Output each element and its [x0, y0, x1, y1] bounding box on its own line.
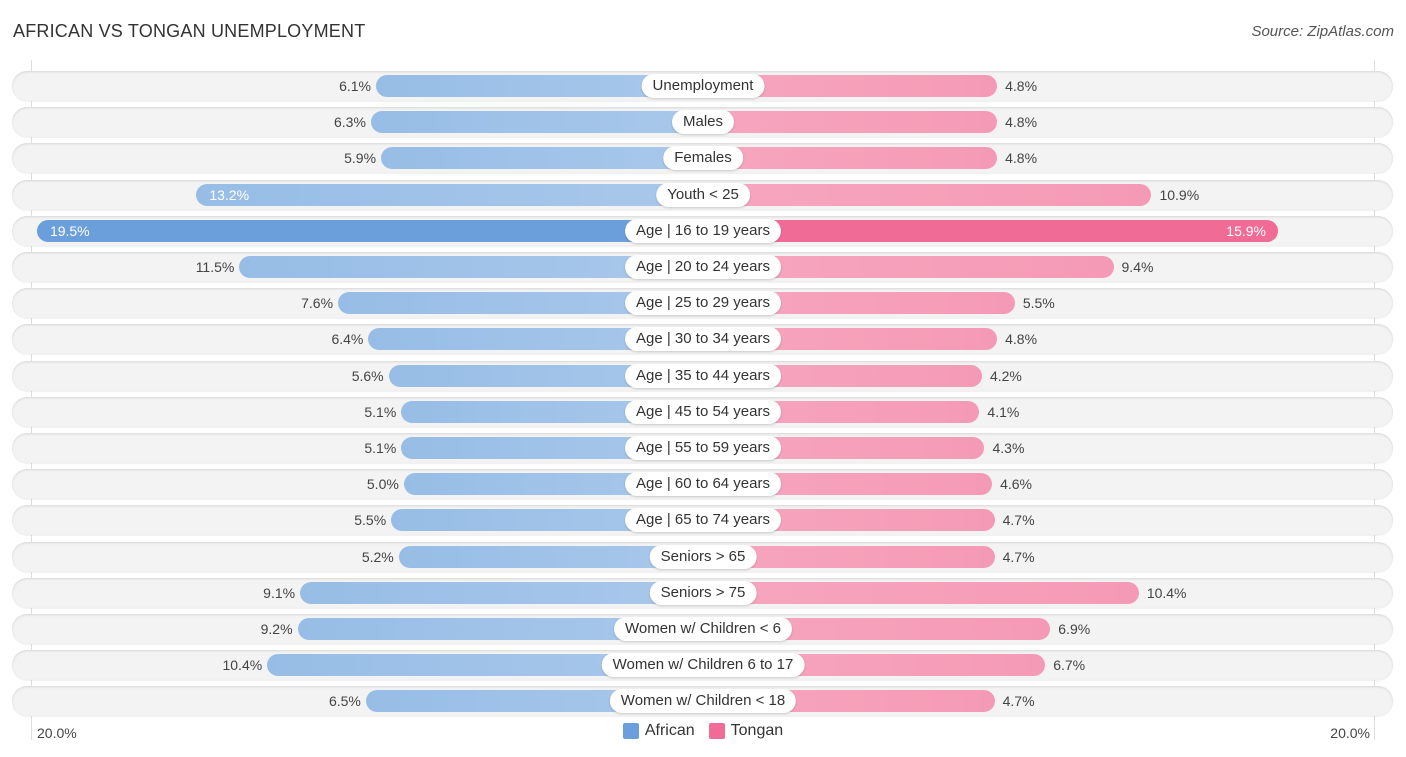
value-label-african: 7.6%	[301, 295, 334, 312]
category-label: Seniors > 65	[649, 544, 757, 569]
category-label: Age | 60 to 64 years	[625, 472, 781, 497]
value-label-african: 5.6%	[351, 367, 384, 384]
chart-row: 7.6% 5.5% Age | 25 to 29 years	[12, 288, 1393, 319]
category-label: Age | 45 to 54 years	[625, 399, 781, 424]
category-label: Age | 55 to 59 years	[625, 436, 781, 460]
value-label-tongan: 4.8%	[1005, 78, 1038, 94]
category-label: Unemployment	[641, 74, 765, 98]
value-label-african: 6.5%	[328, 693, 361, 710]
value-label-tongan: 5.5%	[1022, 295, 1055, 312]
value-label-african: 9.1%	[263, 584, 296, 601]
bar-tongan[interactable]	[703, 111, 998, 134]
value-label-tongan: 4.8%	[1005, 150, 1038, 167]
chart-row: 5.9% 4.8% Females	[12, 143, 1393, 174]
chart-row: 9.2% 6.9% Women w/ Children < 6	[12, 614, 1393, 644]
legend-swatch-tongan	[708, 723, 725, 739]
value-label-african: 13.2%	[209, 186, 250, 203]
value-label-african: 5.9%	[344, 150, 377, 167]
bar-african[interactable]	[196, 183, 703, 206]
bar-tongan[interactable]	[703, 581, 1139, 604]
value-label-tongan: 15.9%	[1226, 222, 1266, 239]
value-label-african: 10.4%	[222, 657, 263, 674]
value-label-tongan: 4.7%	[1002, 548, 1035, 565]
value-label-tongan: 4.7%	[1002, 512, 1035, 529]
category-label: Youth < 25	[656, 182, 750, 207]
legend-swatch-african	[622, 723, 639, 739]
value-label-african: 6.1%	[339, 78, 371, 94]
value-label-tongan: 4.3%	[992, 440, 1025, 456]
legend: African Tongan	[0, 722, 1406, 740]
chart-row: 6.4% 4.8% Age | 30 to 34 years	[12, 324, 1393, 355]
category-label: Age | 35 to 44 years	[625, 363, 781, 388]
value-label-tongan: 10.4%	[1146, 584, 1187, 601]
chart-row: 13.2% 10.9% Youth < 25	[12, 179, 1393, 210]
chart-row: 5.1% 4.1% Age | 45 to 54 years	[12, 396, 1393, 427]
value-label-tongan: 4.7%	[1002, 693, 1035, 710]
chart-row: 10.4% 6.7% Women w/ Children 6 to 17	[12, 650, 1393, 681]
bar-african[interactable]	[36, 219, 703, 242]
chart-row: 5.6% 4.2% Age | 35 to 44 years	[12, 360, 1393, 391]
category-label: Males	[671, 110, 735, 135]
value-label-african: 5.0%	[366, 476, 399, 493]
value-label-african: 5.1%	[364, 403, 397, 420]
value-label-tongan: 4.6%	[1000, 476, 1032, 493]
value-label-african: 5.2%	[361, 548, 394, 565]
chart-row: 5.5% 4.7% Age | 65 to 74 years	[12, 505, 1393, 536]
value-label-tongan: 10.9%	[1159, 186, 1200, 203]
chart-row: 19.5% 15.9% Age | 16 to 19 years	[12, 215, 1393, 246]
bar-african[interactable]	[300, 581, 703, 604]
chart-title: AFRICAN VS TONGAN UNEMPLOYMENT	[13, 21, 366, 41]
category-label: Females	[663, 146, 743, 171]
value-label-tongan: 6.7%	[1053, 657, 1086, 674]
chart-row: 6.5% 4.7% Women w/ Children < 18	[12, 686, 1393, 717]
bar-tongan[interactable]	[703, 183, 1152, 206]
chart-row: 6.1% 4.8% Unemployment	[12, 71, 1393, 101]
category-label: Age | 25 to 29 years	[625, 291, 781, 316]
bar-african[interactable]	[370, 111, 703, 134]
category-label: Age | 20 to 24 years	[625, 255, 781, 279]
value-label-tongan: 4.1%	[987, 403, 1020, 420]
value-label-tongan: 4.2%	[989, 367, 1022, 384]
category-label: Women w/ Children < 18	[609, 689, 797, 714]
chart-row: 5.1% 4.3% Age | 55 to 59 years	[12, 433, 1393, 463]
chart-row: 5.2% 4.7% Seniors > 65	[12, 541, 1393, 572]
value-label-tongan: 9.4%	[1121, 259, 1154, 275]
value-label-african: 5.5%	[354, 512, 387, 529]
legend-item-tongan[interactable]: Tongan	[708, 722, 784, 740]
legend-label-tongan: Tongan	[730, 722, 784, 739]
category-label: Age | 30 to 34 years	[625, 327, 781, 352]
chart-row: 5.0% 4.6% Age | 60 to 64 years	[12, 469, 1393, 500]
value-label-african: 11.5%	[195, 259, 235, 275]
source-label: Source: ZipAtlas.com	[1251, 23, 1394, 40]
value-label-african: 9.2%	[260, 621, 293, 637]
value-label-african: 5.1%	[364, 440, 397, 456]
legend-item-african[interactable]: African	[622, 722, 695, 740]
chart-row: 11.5% 9.4% Age | 20 to 24 years	[12, 252, 1393, 282]
value-label-tongan: 4.8%	[1005, 331, 1038, 348]
category-label: Women w/ Children < 6	[613, 617, 793, 641]
bar-african[interactable]	[381, 147, 703, 170]
value-label-african: 19.5%	[49, 222, 90, 239]
category-label: Age | 16 to 19 years	[625, 218, 781, 243]
value-label-tongan: 4.8%	[1005, 114, 1038, 131]
category-label: Women w/ Children 6 to 17	[601, 653, 805, 678]
value-label-tongan: 6.9%	[1058, 621, 1091, 637]
value-label-african: 6.4%	[331, 331, 364, 348]
legend-label-african: African	[644, 722, 695, 739]
category-label: Age | 65 to 74 years	[625, 508, 781, 533]
category-label: Seniors > 75	[649, 580, 757, 605]
value-label-african: 6.3%	[334, 114, 366, 131]
bar-tongan[interactable]	[703, 147, 998, 170]
chart-row: 9.1% 10.4% Seniors > 75	[12, 577, 1393, 608]
bar-tongan[interactable]	[703, 219, 1278, 242]
chart-row: 6.3% 4.8% Males	[12, 107, 1393, 138]
